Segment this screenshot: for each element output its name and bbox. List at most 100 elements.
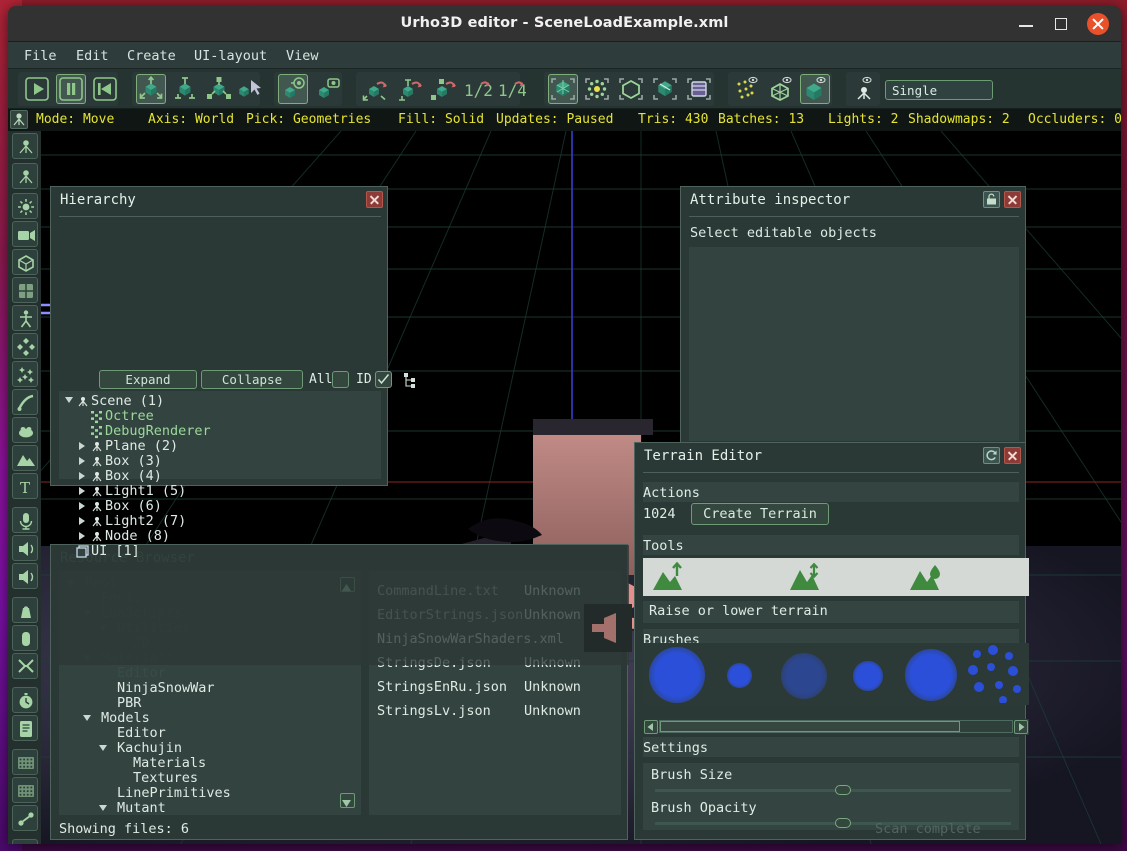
hierarchy-node[interactable]: Light2 (7)	[105, 513, 186, 529]
menu-item-ui-layout[interactable]: UI-layout	[188, 46, 273, 66]
rb-tree-arrow[interactable]	[83, 715, 91, 721]
tree-arrow[interactable]	[79, 502, 85, 510]
pick-lights-button[interactable]	[582, 74, 612, 104]
navigable-icon[interactable]	[12, 777, 38, 803]
snap-move-button[interactable]	[360, 74, 390, 104]
rb-tree-arrow[interactable]	[99, 625, 107, 631]
text3d-icon[interactable]: T	[12, 473, 38, 499]
id-checkbox[interactable]	[375, 371, 392, 388]
hierarchy-tree[interactable]: Scene (1) Octree DebugRenderer Plane (2) Box…	[59, 391, 381, 559]
particle-emitter-icon[interactable]	[12, 361, 38, 387]
decal-set-icon[interactable]	[12, 417, 38, 443]
close-button[interactable]	[1087, 13, 1109, 35]
create-terrain-button[interactable]: Create Terrain	[691, 503, 829, 525]
rb-tree-node[interactable]: LuaScripts	[101, 605, 182, 621]
brush-scroll-right-icon[interactable]	[1014, 720, 1028, 734]
hierarchy-node[interactable]: Node (8)	[105, 528, 170, 544]
edit-rotate-button[interactable]	[170, 74, 200, 104]
brush-opacity-slider-knob[interactable]	[835, 818, 852, 828]
axis-local-button[interactable]	[312, 74, 342, 104]
attribute-inspector-body[interactable]	[689, 247, 1019, 441]
rb-tree-node[interactable]: 2D	[133, 635, 149, 651]
file-name[interactable]: NinjaSnowWarShaders.xml	[377, 631, 564, 647]
hierarchy-node[interactable]: Light1 (5)	[105, 483, 186, 499]
file-name[interactable]: StringsDe.json	[377, 655, 491, 671]
pick-geometries-button[interactable]	[548, 74, 578, 104]
run-update-play-button[interactable]	[22, 74, 52, 104]
terrain-editor-close-icon[interactable]	[1004, 447, 1021, 464]
edit-move-button[interactable]	[136, 74, 166, 104]
sound-listener-icon[interactable]	[12, 535, 38, 561]
brush-item[interactable]	[781, 653, 827, 699]
pick-rigidbodies-button[interactable]	[650, 74, 680, 104]
rb-tree-arrow[interactable]	[83, 655, 91, 661]
brush-scroll-thumb[interactable]	[660, 721, 960, 732]
rb-tree-node[interactable]: Kachujin	[117, 740, 182, 756]
fill-wireframe-button[interactable]	[766, 74, 796, 104]
attribute-inspector-lock-icon[interactable]	[983, 191, 1000, 208]
tree-arrow[interactable]	[79, 532, 85, 540]
rb-tree-node[interactable]: Models	[101, 710, 150, 726]
edit-scale-button[interactable]	[204, 74, 234, 104]
rb-tree-node[interactable]: Editor	[117, 725, 166, 741]
terrain-editor-refresh-icon[interactable]	[983, 447, 1000, 464]
hierarchy-node[interactable]: Plane (2)	[105, 438, 178, 454]
menu-item-file[interactable]: File	[18, 46, 63, 66]
rb-tree-node[interactable]: Materials	[101, 650, 174, 666]
snap-half-button[interactable]: 1/2	[462, 74, 492, 104]
terrain-raise-lower-tool[interactable]	[651, 561, 697, 592]
revert-on-pause-button[interactable]	[90, 74, 120, 104]
snap-rotate-button[interactable]	[394, 74, 424, 104]
file-name[interactable]: StringsEnRu.json	[377, 679, 507, 695]
sound-source3d-icon[interactable]	[12, 563, 38, 589]
animation-icon[interactable]	[12, 687, 38, 713]
snap-quarter-button[interactable]: 1/4	[496, 74, 526, 104]
minimize-button[interactable]	[1016, 14, 1036, 34]
resource-browser-tree[interactable]: Root Fonts LuaScripts Utilities 2D Materials E…	[59, 571, 361, 816]
tree-arrow[interactable]	[79, 517, 85, 525]
camera-icon[interactable]	[12, 221, 38, 247]
node-alt-icon[interactable]	[12, 163, 38, 189]
tree-arrow[interactable]	[79, 472, 85, 480]
menu-item-create[interactable]: Create	[121, 46, 182, 66]
terrain-smooth-tool[interactable]	[788, 562, 834, 592]
toggle-gizmo-button[interactable]	[850, 74, 880, 104]
brush-item[interactable]	[649, 647, 705, 703]
render-mode-select[interactable]: Single	[885, 80, 993, 100]
hierarchy-close-icon[interactable]	[366, 191, 383, 208]
axis-world-button[interactable]	[278, 74, 308, 104]
sound-source-icon[interactable]	[12, 507, 38, 533]
hierarchy-filter-icon[interactable]	[403, 371, 421, 389]
rb-scroll-up[interactable]	[340, 577, 355, 592]
ribbon-trail-icon[interactable]	[12, 389, 38, 415]
navigation-mesh-icon[interactable]	[12, 749, 38, 775]
pick-ui-elements-button[interactable]	[684, 74, 714, 104]
rb-tree-node[interactable]: PBR	[117, 695, 141, 711]
terrain-paint-tool[interactable]	[908, 562, 954, 592]
fill-solid-button[interactable]	[800, 74, 830, 104]
skybox-icon[interactable]	[12, 277, 38, 303]
edit-select-button[interactable]	[232, 74, 262, 104]
tree-arrow[interactable]	[79, 487, 85, 495]
rigidbody-icon[interactable]	[12, 597, 38, 623]
file-name[interactable]: StringsLv.json	[377, 703, 491, 719]
hierarchy-node[interactable]: DebugRenderer	[105, 423, 211, 439]
hierarchy-node[interactable]: Scene (1)	[91, 393, 164, 409]
crowd-agent-icon[interactable]	[12, 805, 38, 831]
rb-tree-arrow[interactable]	[83, 610, 91, 616]
brush-item-scatter[interactable]	[967, 645, 1027, 703]
run-update-pause-button[interactable]	[56, 74, 86, 104]
brush-scrollbar[interactable]	[643, 719, 1029, 735]
rb-tree-node[interactable]: Textures	[133, 770, 198, 786]
billboard-set-icon[interactable]	[12, 333, 38, 359]
animated-model-icon[interactable]	[12, 305, 38, 331]
tree-arrow[interactable]	[65, 397, 73, 403]
rb-tree-node[interactable]: NinjaSnowWar	[117, 680, 215, 696]
node-icon[interactable]	[12, 133, 38, 159]
rb-tree-arrow[interactable]	[99, 745, 107, 751]
terrain-size-value[interactable]: 1024	[643, 506, 676, 522]
rb-tree-node[interactable]: Utilities	[117, 620, 190, 636]
hierarchy-node[interactable]: Box (4)	[105, 468, 162, 484]
brush-palette[interactable]	[643, 643, 1029, 705]
hierarchy-node[interactable]: Box (6)	[105, 498, 162, 514]
